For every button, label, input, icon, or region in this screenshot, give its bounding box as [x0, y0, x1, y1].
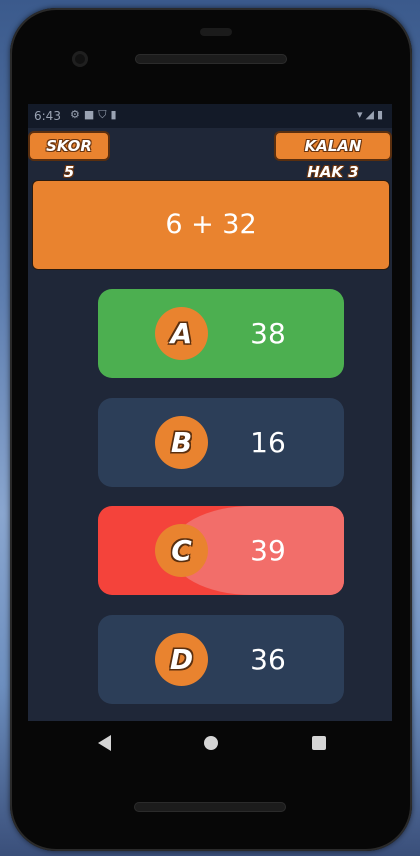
bottom-speaker	[134, 802, 286, 812]
battery-icon: ▮	[376, 108, 386, 121]
back-icon[interactable]	[98, 735, 111, 751]
signal-icon: ◢	[365, 108, 377, 121]
answer-button-d[interactable]: D 36	[98, 615, 344, 704]
phone-frame: 6:43 ⚙■⛉▮ ▾◢▮ SKOR 5 KALAN HAK 3 6 + 32 …	[10, 8, 412, 851]
app-screen: 6:43 ⚙■⛉▮ ▾◢▮ SKOR 5 KALAN HAK 3 6 + 32 …	[28, 104, 392, 721]
system-nav-bar	[10, 721, 412, 771]
front-camera	[72, 51, 88, 67]
earpiece-speaker	[135, 54, 287, 64]
answer-value: 36	[250, 643, 286, 676]
answer-letter-badge: B	[155, 416, 208, 469]
question-card: 6 + 32	[32, 180, 390, 270]
answer-button-b[interactable]: B 16	[98, 398, 344, 487]
shield-icon: ⛉	[98, 108, 111, 121]
answer-button-c[interactable]: C 39	[98, 506, 344, 595]
answer-value: 38	[250, 317, 286, 350]
lives-badge: KALAN HAK 3	[274, 131, 392, 181]
recent-apps-icon[interactable]	[312, 736, 326, 750]
answer-value: 16	[250, 426, 286, 459]
gear-icon: ⚙	[70, 108, 84, 121]
square-icon: ■	[83, 108, 99, 121]
status-bar: 6:43 ⚙■⛉▮ ▾◢▮	[28, 104, 392, 128]
answer-letter-badge: A	[155, 307, 208, 360]
home-icon[interactable]	[204, 736, 218, 750]
answer-letter-badge: D	[155, 633, 208, 686]
status-time: 6:43	[34, 109, 61, 123]
score-badge: SKOR 5	[28, 131, 110, 181]
answer-value: 39	[250, 534, 286, 567]
answer-letter-badge: C	[155, 524, 208, 577]
top-slit	[200, 28, 232, 36]
status-right-icons: ▾◢▮	[357, 108, 386, 121]
sd-card-icon: ▮	[110, 108, 121, 121]
status-left-icons: ⚙■⛉▮	[70, 108, 121, 122]
answer-button-a[interactable]: A 38	[98, 289, 344, 378]
